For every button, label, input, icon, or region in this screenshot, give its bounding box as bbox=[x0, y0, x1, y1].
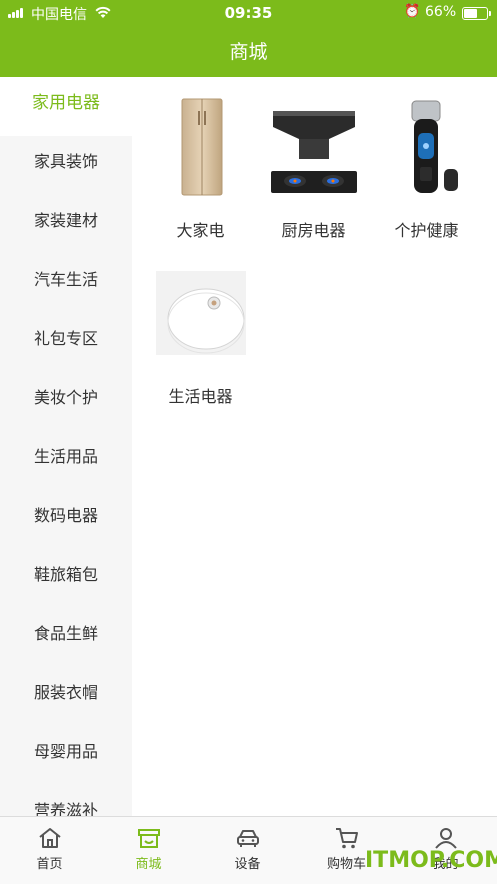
home-icon bbox=[38, 828, 61, 848]
category-grid: 大家电 厨房电器 个护健康 生活电器 bbox=[132, 77, 497, 816]
range-hood-stove-image bbox=[270, 111, 357, 193]
nav-label: 商城 bbox=[135, 857, 162, 872]
sidebar-item-car-life[interactable]: 汽车生活 bbox=[0, 254, 132, 313]
car-icon bbox=[236, 830, 259, 847]
sidebar-item-clothing[interactable]: 服装衣帽 bbox=[0, 667, 132, 726]
category-item-large-appliances[interactable]: 大家电 bbox=[144, 97, 257, 241]
robot-vacuum-image bbox=[155, 271, 246, 355]
sidebar-item-nutrition[interactable]: 营养滋补 bbox=[0, 785, 132, 816]
category-item-home-life-appliances[interactable]: 生活电器 bbox=[144, 263, 257, 407]
sidebar-item-digital-electronics[interactable]: 数码电器 bbox=[0, 490, 132, 549]
category-item-kitchen-appliances[interactable]: 厨房电器 bbox=[257, 97, 370, 241]
clock-time: 09:35 bbox=[224, 4, 273, 22]
refrigerator-image bbox=[181, 98, 222, 196]
store-icon bbox=[137, 829, 160, 848]
sidebar-item-furniture-decor[interactable]: 家具装饰 bbox=[0, 136, 132, 195]
site-watermark: ITMOP.COM bbox=[365, 848, 497, 873]
sidebar-item-fresh-food[interactable]: 食品生鲜 bbox=[0, 608, 132, 667]
sidebar-item-home-appliances[interactable]: 家用电器 bbox=[0, 77, 132, 136]
category-label: 生活电器 bbox=[168, 387, 233, 406]
category-label: 大家电 bbox=[176, 221, 225, 240]
user-icon bbox=[434, 828, 457, 849]
category-label: 个护健康 bbox=[394, 221, 459, 240]
sidebar-item-beauty-care[interactable]: 美妆个护 bbox=[0, 372, 132, 431]
sidebar-item-building-materials[interactable]: 家装建材 bbox=[0, 195, 132, 254]
page-title: 商城 bbox=[229, 41, 268, 63]
sidebar-item-mother-baby[interactable]: 母婴用品 bbox=[0, 726, 132, 785]
nav-tab-store[interactable]: 商城 bbox=[99, 817, 198, 884]
electric-shaver-image bbox=[411, 100, 458, 193]
nav-label: 首页 bbox=[36, 857, 63, 872]
status-bar: 中国电信 09:35 ⏰ 66% bbox=[0, 0, 497, 26]
cart-icon bbox=[335, 828, 358, 849]
alarm-clock-icon: ⏰ bbox=[404, 4, 421, 19]
category-label: 厨房电器 bbox=[281, 221, 346, 240]
category-sidebar[interactable]: 家用电器 家具装饰 家装建材 汽车生活 礼包专区 美妆个护 生活用品 数码电器 … bbox=[0, 77, 132, 816]
battery-icon bbox=[462, 7, 491, 20]
nav-tab-devices[interactable]: 设备 bbox=[198, 817, 297, 884]
nav-label: 设备 bbox=[234, 857, 261, 872]
top-bar: 中国电信 09:35 ⏰ 66% 商城 bbox=[0, 0, 497, 77]
nav-tab-home[interactable]: 首页 bbox=[0, 817, 99, 884]
battery-level-fill bbox=[464, 9, 477, 18]
category-item-personal-care[interactable]: 个护健康 bbox=[370, 97, 483, 241]
battery-percent: 66% bbox=[425, 4, 457, 20]
sidebar-item-shoes-luggage[interactable]: 鞋旅箱包 bbox=[0, 549, 132, 608]
sidebar-item-gift-packs[interactable]: 礼包专区 bbox=[0, 313, 132, 372]
sidebar-item-daily-goods[interactable]: 生活用品 bbox=[0, 431, 132, 490]
